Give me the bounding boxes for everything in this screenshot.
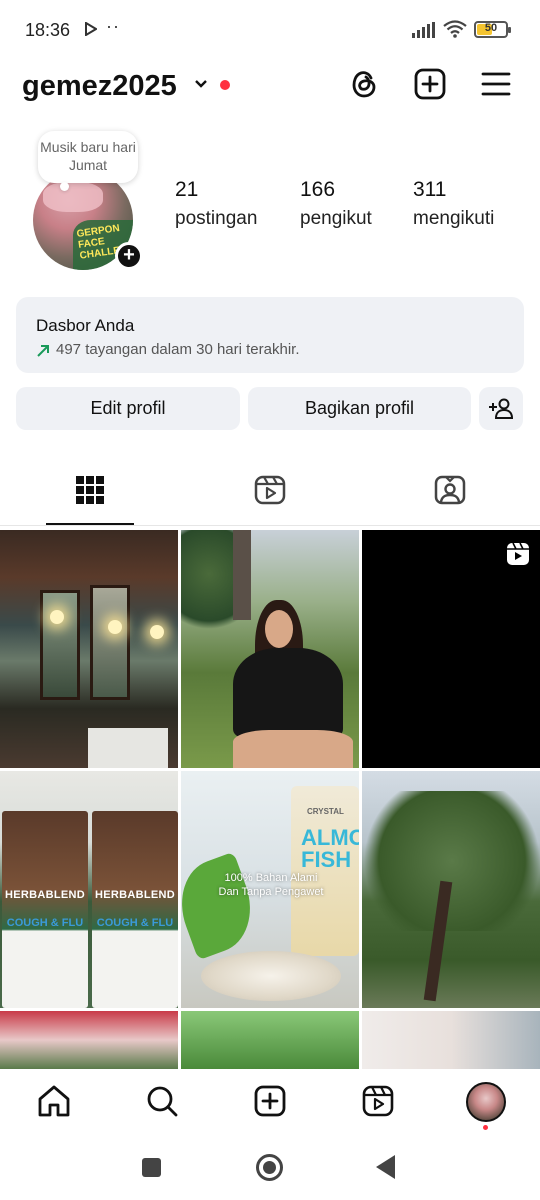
play-icon	[85, 22, 97, 36]
discover-people-button[interactable]	[479, 387, 523, 430]
tab-divider	[0, 525, 540, 526]
wifi-icon	[443, 20, 467, 38]
active-tab-indicator	[46, 523, 134, 525]
threads-icon[interactable]	[346, 66, 382, 102]
post-caption-line: Dan Tanpa Pengawet	[218, 886, 324, 898]
profile-header: gemez2025	[0, 62, 540, 112]
post-thumbnail[interactable]: CRYSTAL ALMO FISH 100% Bahan Alami Dan T…	[181, 771, 359, 1008]
back-button[interactable]	[376, 1155, 395, 1179]
stat-posts[interactable]: 21 postingan	[175, 178, 257, 230]
status-time: 18:36	[25, 20, 71, 40]
profile-avatar-tab[interactable]	[466, 1082, 506, 1122]
post-thumbnail[interactable]	[0, 530, 178, 768]
dashboard-subtitle: 497 tayangan dalam 30 hari terakhir.	[56, 341, 300, 358]
trend-up-icon	[37, 345, 49, 357]
recent-apps-button[interactable]	[142, 1158, 161, 1177]
tagged-icon[interactable]	[432, 472, 468, 508]
account-notification-dot	[220, 80, 230, 90]
pack-product-text: ALMO FISH	[301, 825, 359, 872]
status-more-dots: ··	[106, 16, 120, 36]
post-thumbnail[interactable]	[362, 1011, 540, 1069]
profile-notification-dot	[483, 1125, 488, 1130]
add-post-icon[interactable]	[412, 66, 448, 102]
battery-icon: 50	[474, 21, 511, 38]
add-story-icon[interactable]: +	[115, 242, 143, 270]
bottom-navigation	[0, 1069, 540, 1137]
note-bubble[interactable]: Musik baru hari Jumat	[38, 131, 138, 191]
post-thumbnail[interactable]: HERBABLEND COUGH & FLU HERBABLEND COUGH …	[0, 771, 178, 1008]
post-thumbnail[interactable]	[362, 530, 540, 768]
reel-badge-icon	[507, 542, 529, 565]
battery-level: 50	[484, 22, 498, 34]
home-icon[interactable]	[36, 1083, 72, 1119]
username[interactable]: gemez2025	[22, 70, 177, 103]
post-thumbnail[interactable]	[362, 771, 540, 1008]
box-brand-text: HERBABLEND	[95, 889, 175, 901]
profile-avatar-wrap[interactable]: GERPON FACE CHALLENG +	[33, 170, 143, 270]
edit-profile-button[interactable]: Edit profil	[16, 387, 240, 430]
reels-tab-icon[interactable]	[252, 472, 288, 508]
stat-following[interactable]: 311 mengikuti	[413, 178, 494, 230]
status-bar: 18:36 ·· 50	[0, 0, 540, 60]
stat-following-count: 311	[413, 178, 447, 201]
stat-posts-count: 21	[175, 178, 199, 201]
reels-icon[interactable]	[360, 1083, 396, 1119]
signal-icon	[412, 22, 435, 38]
post-thumbnail[interactable]	[0, 1011, 178, 1069]
post-thumbnail[interactable]	[181, 530, 359, 768]
dashboard-title: Dasbor Anda	[36, 316, 135, 335]
share-profile-button[interactable]: Bagikan profil	[248, 387, 471, 430]
post-caption-overlay: 100% Bahan Alami Dan Tanpa Pengawet	[187, 871, 355, 899]
box-brand-text: HERBABLEND	[5, 889, 85, 901]
pack-brand-text: CRYSTAL	[307, 807, 344, 816]
chevron-down-icon[interactable]	[193, 76, 209, 92]
system-navigation	[0, 1137, 540, 1200]
add-person-icon	[489, 398, 514, 419]
menu-icon[interactable]	[478, 66, 514, 102]
home-button[interactable]	[256, 1154, 283, 1181]
stat-followers[interactable]: 166 pengikut	[300, 178, 372, 230]
box-product-text: COUGH & FLU	[96, 917, 174, 929]
grid-icon[interactable]	[72, 472, 108, 508]
search-icon[interactable]	[144, 1083, 180, 1119]
professional-dashboard[interactable]: Dasbor Anda 497 tayangan dalam 30 hari t…	[16, 297, 524, 373]
stat-following-label: mengikuti	[413, 208, 495, 229]
stat-followers-count: 166	[300, 178, 336, 201]
post-thumbnail[interactable]	[181, 1011, 359, 1069]
stat-posts-label: postingan	[175, 208, 258, 229]
post-caption-line: 100% Bahan Alami	[224, 872, 318, 884]
box-product-text: COUGH & FLU	[6, 917, 84, 929]
create-icon[interactable]	[252, 1083, 288, 1119]
stat-followers-label: pengikut	[300, 208, 372, 229]
